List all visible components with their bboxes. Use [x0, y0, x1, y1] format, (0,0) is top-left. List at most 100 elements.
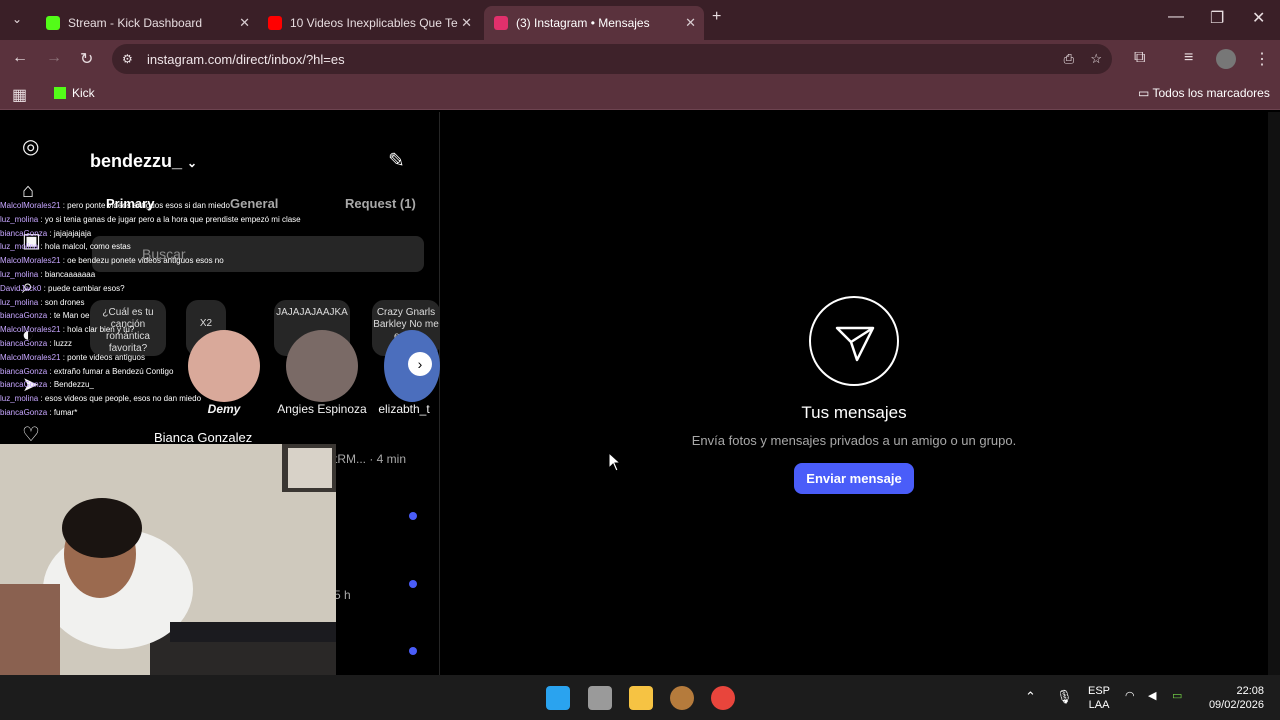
extensions-icon[interactable]: ⧉ [1134, 49, 1145, 67]
chat-message: te Man oe [53, 311, 90, 321]
empty-title: Tus mensajes [801, 403, 907, 422]
battery-icon[interactable]: ▭ [1172, 689, 1182, 702]
apps-icon[interactable]: ▦ [12, 85, 27, 105]
chat-user: MalcolMorales21 [0, 352, 61, 362]
page-scrollbar[interactable] [1268, 112, 1280, 675]
chat-user: luz_molina [0, 297, 39, 307]
chat-user: biancaGonza [0, 366, 48, 376]
chevron-up-icon[interactable]: ⌃ [1025, 689, 1036, 705]
forward-icon[interactable]: → [46, 49, 62, 67]
chat-message: extraño fumar a Bendezú Contigo [53, 366, 174, 376]
instagram-icon [494, 16, 508, 30]
chat-user: MalcolMorales21 [0, 201, 61, 210]
chat-message: jajajajajaja [53, 228, 92, 238]
browser-tab-strip: ⌄ Stream - Kick Dashboard ✕ 10 Videos In… [0, 0, 1280, 40]
chat-line: luz_molina : son drones [0, 297, 85, 307]
browser-toolbar: ← → ↻ ⚙ instagram.com/direct/inbox/?hl=e… [0, 40, 1280, 78]
chat-user: biancaGonza [0, 380, 48, 390]
all-bookmarks[interactable]: ▭ Todos los marcadores [1138, 86, 1270, 100]
chat-user: luz_molina [0, 394, 39, 404]
reload-icon[interactable]: ↻ [80, 49, 93, 69]
tab-kick[interactable]: Stream - Kick Dashboard ✕ [36, 6, 258, 40]
chat-line: MalcolMorales21 : pero ponte videos anti… [0, 201, 230, 210]
chat-line: MalcolMorales21 : ponte videos antiguos [0, 352, 145, 362]
menu-icon[interactable]: ⋮ [1254, 49, 1270, 69]
kick-icon [46, 16, 60, 30]
chat-user: biancaGonza [0, 228, 48, 238]
app-icon[interactable] [670, 686, 694, 710]
microphone-icon[interactable]: 🎙 [1056, 689, 1073, 705]
restore-icon[interactable]: ❐ [1210, 8, 1224, 28]
close-icon[interactable]: ✕ [685, 15, 696, 31]
conversation-meta: tRM... · 4 min [334, 452, 407, 466]
tab-instagram[interactable]: (3) Instagram • Mensajes ✕ [484, 6, 704, 40]
chat-message: luzzz [53, 338, 73, 348]
kick-bookmark[interactable]: Kick [54, 86, 95, 100]
install-icon[interactable]: ⎙ [1064, 51, 1074, 67]
conversation-meta: 5 h [334, 588, 351, 602]
chat-user: luz_molina [0, 214, 39, 224]
chat-line: biancaGonza : fumar* [0, 407, 78, 417]
unread-dot [409, 647, 417, 655]
tab-requests[interactable]: Request (1) [345, 196, 416, 211]
tab-label: 10 Videos Inexplicables Que Te [290, 16, 458, 30]
folder-icon: ▭ [1138, 86, 1150, 100]
unread-dot [409, 580, 417, 588]
chat-user: biancaGonza [0, 311, 48, 321]
address-bar[interactable]: ⚙ instagram.com/direct/inbox/?hl=es ⎙ ☆ [112, 44, 1112, 74]
file-explorer-icon[interactable] [629, 686, 653, 710]
empty-inbox: Tus mensajes Envía fotos y mensajes priv… [440, 112, 1268, 675]
chat-user: DavidJack0 [0, 283, 42, 293]
chat-message: fumar* [53, 407, 78, 417]
close-icon[interactable]: ✕ [461, 15, 472, 31]
chat-message: Bendezzu_ [53, 380, 94, 390]
chrome-icon[interactable] [711, 686, 735, 710]
tab-youtube[interactable]: 10 Videos Inexplicables Que Te ✕ [258, 6, 480, 40]
chat-user: MalcolMorales21 [0, 325, 61, 335]
back-icon[interactable]: ← [12, 49, 28, 67]
compose-icon[interactable]: ✎ [388, 148, 405, 173]
wifi-icon[interactable]: ◠ [1125, 689, 1135, 702]
url-text: instagram.com/direct/inbox/?hl=es [147, 51, 345, 67]
media-icon[interactable]: ≡ [1184, 49, 1193, 67]
new-tab-icon[interactable]: + [712, 8, 721, 26]
chat-line: biancaGonza : Bendezzu_ [0, 380, 94, 390]
chat-message: yo si tenia ganas de jugar pero a la hor… [44, 214, 301, 224]
story-name: elizabth_t [378, 402, 430, 416]
tab-label: (3) Instagram • Mensajes [516, 16, 650, 30]
tab-search-icon[interactable]: ⌄ [12, 12, 22, 26]
chat-message: esos videos que people, esos no dan mied… [44, 394, 202, 404]
empty-subtitle: Envía fotos y mensajes privados a un ami… [691, 433, 1017, 448]
instagram-icon[interactable]: ◎ [22, 134, 39, 159]
language-indicator[interactable]: ESP LAA [1088, 684, 1110, 712]
profile-avatar[interactable] [1216, 49, 1236, 69]
clock[interactable]: 22:08 09/02/2026 [1202, 684, 1264, 712]
windows-taskbar: ⌃ 🎙 ESP LAA ◠ ◀ ▭ 22:08 09/02/2026 [0, 675, 1280, 720]
chat-line: luz_molina : yo si tenia ganas de jugar … [0, 214, 301, 224]
chat-line: luz_molina : hola malcol, como estas [0, 242, 131, 252]
chat-line: luz_molina : esos videos que people, eso… [0, 394, 202, 404]
mouse-cursor [608, 451, 622, 477]
send-message-button[interactable]: Enviar mensaje [794, 463, 914, 494]
chat-line: biancaGonza : extraño fumar a Bendezú Co… [0, 366, 174, 376]
bookmark-star-icon[interactable]: ☆ [1090, 51, 1102, 67]
account-switcher[interactable]: bendezzu_ ⌄ [90, 151, 197, 172]
task-view-icon[interactable] [588, 686, 612, 710]
close-icon[interactable]: ✕ [239, 15, 250, 31]
chat-user: MalcolMorales21 [0, 256, 61, 266]
site-info-icon[interactable]: ⚙ [122, 52, 133, 66]
volume-icon[interactable]: ◀ [1148, 689, 1156, 702]
windows-start-icon[interactable] [546, 686, 570, 710]
chat-user: biancaGonza [0, 338, 48, 348]
chevron-right-icon[interactable]: › [408, 352, 432, 376]
chat-message: oe bendezu ponete videos antiguos esos n… [67, 256, 224, 266]
chat-message: hola malcol, como estas [44, 242, 131, 252]
chevron-down-icon: ⌄ [187, 156, 198, 170]
chat-message: son drones [44, 297, 85, 307]
minimize-icon[interactable]: — [1168, 8, 1184, 26]
chat-line: luz_molina : biancaaaaaaa [0, 269, 96, 279]
chat-line: MalcolMorales21 : oe bendezu ponete vide… [0, 256, 224, 266]
chat-user: luz_molina [0, 242, 39, 252]
close-window-icon[interactable]: ✕ [1252, 8, 1265, 28]
chat-message: ponte videos antiguos [67, 352, 145, 362]
